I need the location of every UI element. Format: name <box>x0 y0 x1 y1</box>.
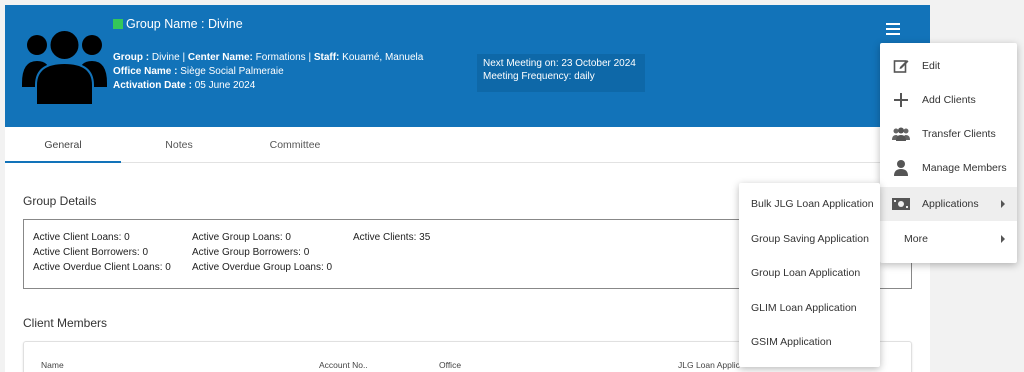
menu-item-label: More <box>904 233 928 245</box>
activation-value: 05 June 2024 <box>194 80 256 91</box>
menu-item-label: Applications <box>922 198 979 210</box>
center-value: Formations <box>255 52 306 63</box>
tab-committee[interactable]: Committee <box>237 127 353 163</box>
office-label: Office Name : <box>113 66 178 77</box>
group-meta: Group : Divine | Center Name: Formations… <box>113 51 423 93</box>
menu-item-label: Edit <box>922 60 941 72</box>
people-icon <box>880 127 922 141</box>
submenu-item-glim-loan[interactable]: GLIM Loan Application <box>739 291 880 325</box>
menu-item-edit[interactable]: Edit <box>880 49 1017 83</box>
active-group-loans: Active Group Loans: 0 <box>192 232 291 243</box>
actions-dropdown-menu: Edit Add Clients Transfer Clients Manage… <box>880 43 1017 263</box>
meeting-info-box: Next Meeting on: 23 October 2024 Meeting… <box>477 54 645 92</box>
menu-item-label: Manage Members <box>922 162 1007 174</box>
staff-label: Staff: <box>313 52 340 63</box>
active-clients: Active Clients: 35 <box>353 232 431 243</box>
group-meta-line-3: Activation Date : 05 June 2024 <box>113 79 423 93</box>
group-label: Group : <box>113 52 150 63</box>
actions-menu-button[interactable] <box>886 23 900 35</box>
active-client-loans: Active Client Loans: 0 <box>33 232 130 243</box>
group-header: Group Name : Divine Group : Divine | Cen… <box>5 5 930 127</box>
plus-icon <box>880 93 922 107</box>
menu-item-manage-members[interactable]: Manage Members <box>880 151 1017 185</box>
column-header-name[interactable]: Name <box>41 360 64 370</box>
hamburger-bar <box>886 33 900 35</box>
hamburger-bar <box>886 23 900 25</box>
menu-item-label: Add Clients <box>922 94 976 106</box>
group-name-text: Group Name : Divine <box>126 17 243 31</box>
group-details-title: Group Details <box>23 194 97 208</box>
menu-item-applications[interactable]: Applications <box>880 187 1017 221</box>
tab-general[interactable]: General <box>5 127 121 163</box>
status-indicator-icon <box>113 19 123 29</box>
client-members-title: Client Members <box>23 316 108 330</box>
tab-bar: General Notes Committee <box>5 127 930 163</box>
submenu-arrow-icon <box>1001 235 1005 243</box>
group-value: Divine <box>151 52 180 63</box>
tab-notes[interactable]: Notes <box>121 127 237 163</box>
details-column-group: Active Group Loans: 0 Active Group Borro… <box>192 230 332 275</box>
submenu-item-gsim[interactable]: GSIM Application <box>739 325 880 359</box>
office-value: Siège Social Palmeraie <box>180 66 284 77</box>
menu-item-transfer-clients[interactable]: Transfer Clients <box>880 117 1017 151</box>
column-header-account-no[interactable]: Account No.. <box>319 360 368 370</box>
applications-submenu: Bulk JLG Loan Application Group Saving A… <box>739 183 880 367</box>
active-overdue-client-loans: Active Overdue Client Loans: 0 <box>33 262 171 273</box>
submenu-arrow-icon <box>1001 200 1005 208</box>
submenu-item-group-loan[interactable]: Group Loan Application <box>739 256 880 290</box>
group-meta-line-1: Group : Divine | Center Name: Formations… <box>113 52 424 63</box>
active-group-borrowers: Active Group Borrowers: 0 <box>192 247 310 258</box>
active-client-borrowers: Active Client Borrowers: 0 <box>33 247 149 258</box>
menu-item-label: Transfer Clients <box>922 128 996 140</box>
column-header-office[interactable]: Office <box>439 360 461 370</box>
group-avatar-icon <box>22 23 107 106</box>
submenu-item-group-saving[interactable]: Group Saving Application <box>739 222 880 256</box>
submenu-item-bulk-jlg-loan[interactable]: Bulk JLG Loan Application <box>739 187 880 221</box>
center-label: Center Name: <box>187 52 253 63</box>
menu-item-add-clients[interactable]: Add Clients <box>880 83 1017 117</box>
hamburger-bar <box>886 28 900 30</box>
staff-value: Kouamé, Manuela <box>342 52 424 63</box>
next-meeting-text: Next Meeting on: 23 October 2024 <box>483 58 636 69</box>
activation-label: Activation Date : <box>113 80 192 91</box>
meeting-frequency-text: Meeting Frequency: daily <box>483 71 595 82</box>
active-overdue-group-loans: Active Overdue Group Loans: 0 <box>192 262 333 273</box>
edit-icon <box>880 58 922 74</box>
group-name-heading: Group Name : Divine <box>113 17 243 31</box>
details-column-client: Active Client Loans: 0 Active Client Bor… <box>33 230 171 275</box>
menu-item-more[interactable]: More <box>880 222 1017 256</box>
details-column-clients: Active Clients: 35 <box>353 230 430 245</box>
group-meta-line-2: Office Name : Siège Social Palmeraie <box>113 65 423 79</box>
money-icon <box>880 198 922 210</box>
column-header-jlg-loan-application[interactable]: JLG Loan Applic <box>678 360 740 370</box>
person-icon <box>880 160 922 176</box>
